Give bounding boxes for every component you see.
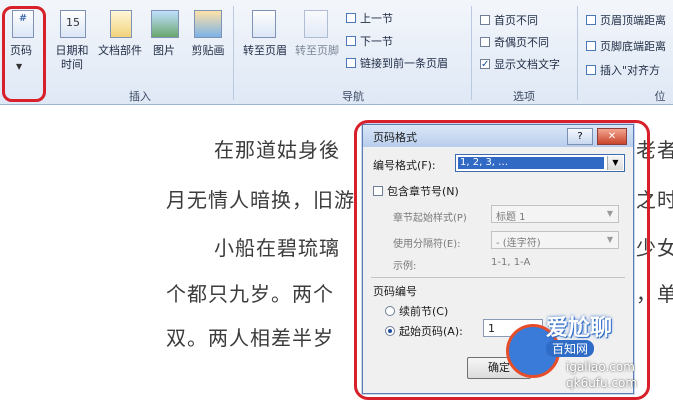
next-section-icon [346,36,356,46]
next-section-button[interactable]: 下一节 [346,33,393,49]
doc-line: 在那道姑身後 [214,138,340,162]
doc-line: 月无情人暗换，旧游 [166,188,355,212]
insert-align-tab[interactable]: 插入"对齐方 [586,62,660,78]
date-time-button[interactable]: 15 日期和 时间 [52,8,92,78]
header-icon [252,10,276,38]
picture-icon [151,10,179,38]
footer-bottom-distance[interactable]: 页脚底端距离 [586,38,666,54]
align-tab-icon [586,65,596,75]
goto-header-label: 转至页眉 [243,44,287,57]
watermark-url-secondary: qk6ufu.com [566,376,638,390]
clipart-icon [194,10,222,38]
group-separator [577,6,578,100]
doc-line: 个都只九岁。两个 [166,282,334,306]
ribbon: # 页码 ▼ 15 日期和 时间 文档部件 图片 剪贴画 插入 转至页眉 转至页… [0,0,673,105]
checkbox-icon [480,15,490,25]
calendar-icon: 15 [60,10,86,38]
doc-line: 双。两人相差半岁 [166,326,334,350]
checkbox-checked-icon [480,59,490,69]
watermark-badge: 百知网 [546,340,595,357]
odd-even-diff-checkbox[interactable]: 奇偶页不同 [480,34,549,50]
link-prev-button[interactable]: 链接到前一条页眉 [346,55,448,71]
prev-section-label: 上一节 [360,12,393,25]
doc-parts-label: 文档部件 [98,44,142,57]
goto-footer-button[interactable]: 转至页脚 [290,8,342,68]
group-label-position: 位 [654,90,666,103]
group-label-insert: 插入 [129,90,151,103]
show-doc-text-label: 显示文档文字 [494,58,560,71]
date-time-label: 日期和 时间 [55,44,89,71]
insert-align-label: 插入"对齐方 [600,64,661,77]
first-page-diff-checkbox[interactable]: 首页不同 [480,12,538,28]
first-page-diff-label: 首页不同 [494,14,538,27]
group-label-nav: 导航 [342,90,364,103]
header-distance-icon [586,15,596,25]
clipart-button[interactable]: 剪贴画 [186,8,226,68]
watermark: 爱尬聊 百知网 igaliao.com qk6ufu.com [506,310,666,396]
header-top-label: 页眉顶端距离 [600,14,666,27]
group-label-options: 选项 [513,90,535,103]
picture-label: 图片 [153,44,175,57]
clipart-label: 剪贴画 [191,44,225,57]
goto-header-button[interactable]: 转至页眉 [238,8,290,68]
footer-distance-icon [586,41,596,51]
highlight-page-number [2,6,46,102]
header-top-distance[interactable]: 页眉顶端距离 [586,12,666,28]
prev-section-button[interactable]: 上一节 [346,10,393,26]
group-separator [233,6,234,100]
show-doc-text-checkbox[interactable]: 显示文档文字 [480,56,560,72]
odd-even-diff-label: 奇偶页不同 [494,36,549,49]
watermark-url: igaliao.com [566,360,635,374]
checkbox-icon [480,37,490,47]
group-separator [471,6,472,100]
footer-bottom-label: 页脚底端距离 [600,40,666,53]
next-section-label: 下一节 [360,35,393,48]
doc-parts-icon [110,10,132,38]
picture-button[interactable]: 图片 [148,8,180,68]
doc-line: 小船在碧琉璃 [214,236,340,260]
link-prev-label: 链接到前一条页眉 [360,57,448,70]
watermark-site: 爱尬聊 [546,316,613,341]
footer-icon [304,10,328,38]
goto-footer-label: 转至页脚 [295,44,339,57]
prev-section-icon [346,13,356,23]
doc-parts-button[interactable]: 文档部件 [94,8,144,68]
link-icon [346,58,356,68]
